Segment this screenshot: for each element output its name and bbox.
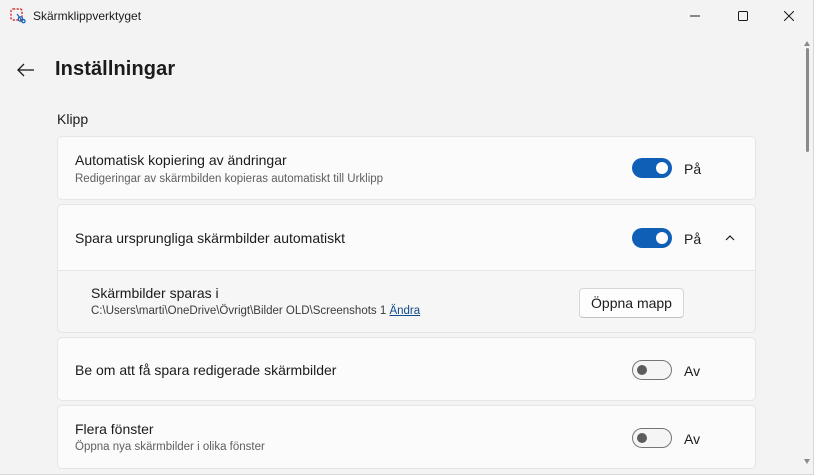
save-path-text: C:\Users\marti\OneDrive\Övrigt\Bilder OL…	[91, 305, 387, 317]
multiple-windows-toggle[interactable]	[632, 428, 672, 448]
save-path: C:\Users\marti\OneDrive\Övrigt\Bilder OL…	[91, 305, 420, 317]
save-location-label: Skärmbilder sparas i	[91, 285, 219, 301]
maximize-icon	[738, 11, 748, 21]
setting-auto-save: Spara ursprungliga skärmbilder automatis…	[57, 204, 756, 333]
minimize-icon	[690, 15, 700, 17]
back-button[interactable]	[12, 58, 40, 82]
toggle-state-label: På	[684, 161, 702, 177]
toggle-knob	[656, 232, 668, 244]
section-title: Klipp	[57, 111, 89, 127]
setting-description: Redigeringar av skärmbilden kopieras aut…	[75, 173, 384, 185]
setting-label: Automatisk kopiering av ändringar	[75, 152, 287, 168]
chevron-up-icon[interactable]	[724, 232, 736, 244]
scroll-up-icon[interactable]	[803, 40, 811, 48]
setting-description: Öppna nya skärmbilder i olika fönster	[75, 441, 265, 453]
toggle-knob	[656, 162, 668, 174]
setting-auto-copy: Automatisk kopiering av ändringar Redige…	[57, 136, 756, 200]
toggle-knob	[637, 433, 647, 443]
window-title: Skärmklippverktyget	[33, 9, 142, 23]
toggle-state-label: Av	[684, 431, 701, 447]
scroll-down-icon[interactable]	[803, 457, 811, 465]
setting-label: Flera fönster	[75, 421, 154, 437]
scrollbar-thumb[interactable]	[806, 48, 809, 152]
change-location-link[interactable]: Ändra	[389, 305, 420, 317]
toggle-knob	[637, 365, 647, 375]
open-folder-button[interactable]: Öppna mapp	[579, 288, 684, 318]
app-window: Skärmklippverktyget Inställningar Klipp …	[0, 0, 814, 475]
setting-ask-save-edited: Be om att få spara redigerade skärmbilde…	[57, 337, 756, 401]
toggle-state-label: På	[684, 231, 702, 247]
arrow-left-icon	[17, 63, 34, 77]
auto-save-toggle[interactable]	[632, 228, 672, 248]
title-bar[interactable]: Skärmklippverktyget	[0, 0, 813, 32]
setting-label: Spara ursprungliga skärmbilder automatis…	[75, 230, 346, 246]
minimize-button[interactable]	[672, 0, 718, 32]
expander-header[interactable]: Spara ursprungliga skärmbilder automatis…	[58, 205, 755, 271]
close-button[interactable]	[766, 0, 812, 32]
setting-multiple-windows: Flera fönster Öppna nya skärmbilder i ol…	[57, 405, 756, 469]
ask-save-edited-toggle[interactable]	[632, 360, 672, 380]
maximize-button[interactable]	[720, 0, 766, 32]
toggle-state-label: Av	[684, 363, 701, 379]
snipping-tool-icon	[10, 8, 26, 24]
close-icon	[784, 11, 794, 21]
page-title: Inställningar	[55, 58, 176, 80]
setting-label: Be om att få spara redigerade skärmbilde…	[75, 362, 337, 378]
auto-copy-toggle[interactable]	[632, 158, 672, 178]
